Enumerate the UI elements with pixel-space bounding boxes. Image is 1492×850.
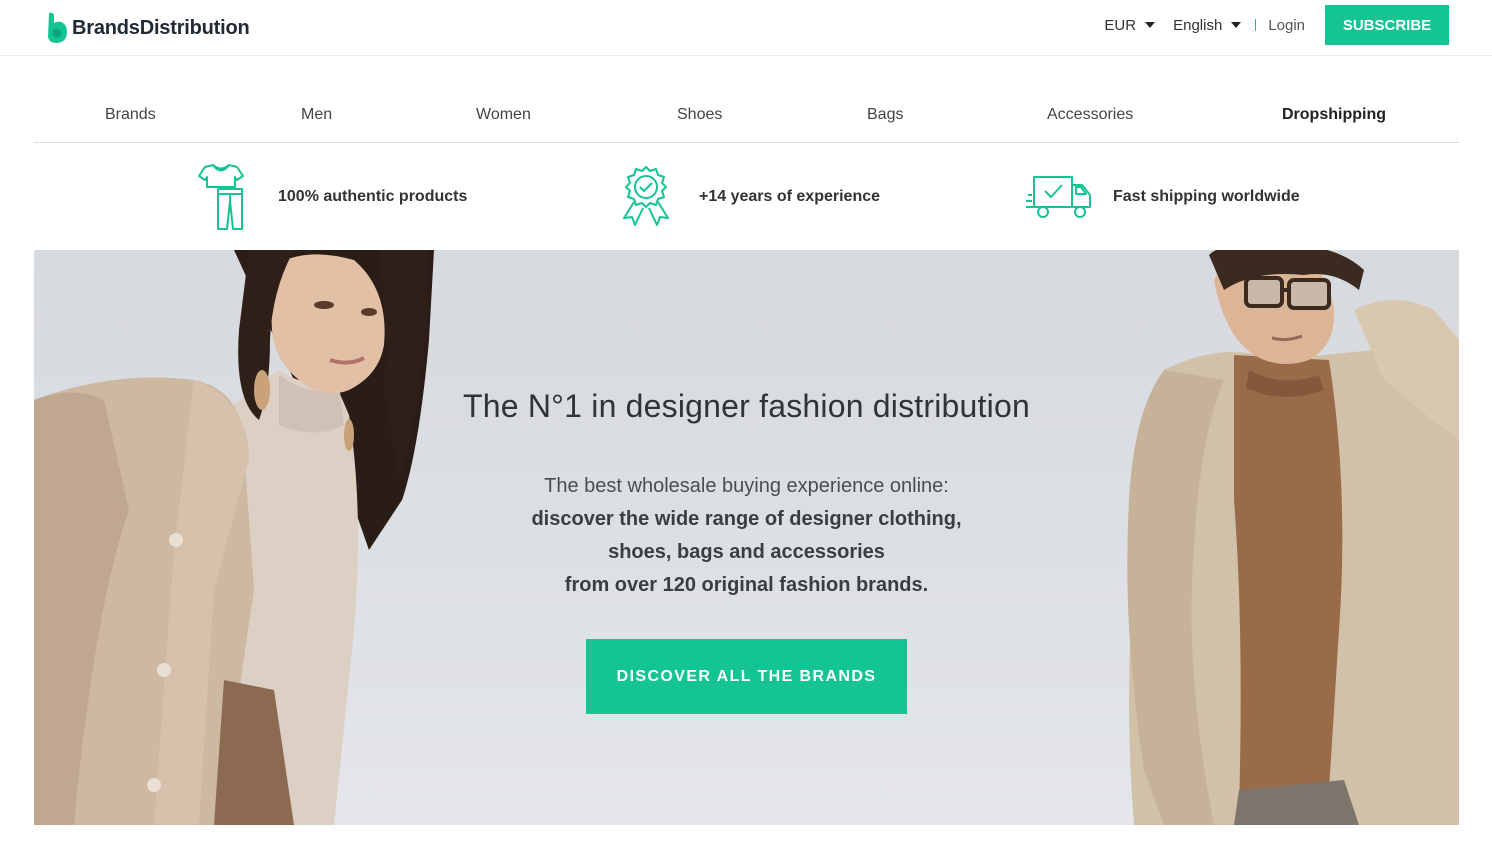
hero-banner: The N°1 in designer fashion distribution… [34, 250, 1459, 825]
hero-subtitle-line: The best wholesale buying experience onl… [544, 475, 949, 497]
header-actions: EUR English Login SUBSCRIBE [1104, 5, 1449, 45]
caret-down-icon [1231, 22, 1242, 28]
feature-text: Fast shipping worldwide [1113, 188, 1300, 205]
currency-dropdown[interactable]: EUR [1104, 16, 1156, 34]
subscribe-button[interactable]: SUBSCRIBE [1325, 5, 1449, 45]
nav-item-dropshipping[interactable]: Dropshipping [1282, 106, 1386, 124]
feature-authentic: 100% authentic products [196, 162, 467, 232]
hero-title: The N°1 in designer fashion distribution [463, 388, 1030, 424]
language-dropdown[interactable]: English [1173, 16, 1242, 34]
nav-item-women[interactable]: Women [476, 106, 531, 124]
brand-name: BrandsDistribution [72, 16, 250, 39]
nav-item-men[interactable]: Men [301, 106, 332, 124]
main-nav: Brands Men Women Shoes Bags Accessories … [34, 92, 1459, 143]
header-separator [1255, 19, 1257, 31]
features-strip: 100% authentic products +14 years of exp… [0, 150, 1492, 245]
feature-text: 100% authentic products [278, 188, 468, 205]
brand-logo-icon [48, 12, 67, 43]
language-value: English [1173, 16, 1223, 34]
award-badge-icon [623, 166, 669, 226]
currency-value: EUR [1104, 16, 1137, 34]
hero-subtitle-line: discover the wide range of designer clot… [531, 508, 962, 530]
nav-item-bags[interactable]: Bags [867, 106, 903, 124]
delivery-truck-icon [1026, 176, 1091, 218]
login-link[interactable]: Login [1268, 17, 1305, 34]
top-header: BrandsDistribution EUR English Login SUB… [0, 0, 1492, 56]
caret-down-icon [1145, 22, 1156, 28]
hero-subtitle-line: from over 120 original fashion brands. [564, 574, 929, 596]
feature-shipping: Fast shipping worldwide [1024, 162, 1300, 232]
discover-brands-button[interactable]: DISCOVER ALL THE BRANDS [586, 639, 907, 714]
feature-experience: +14 years of experience [619, 162, 880, 232]
nav-item-accessories[interactable]: Accessories [1047, 106, 1133, 124]
clothing-icon [198, 164, 244, 230]
hero-subtitle-line: shoes, bags and accessories [608, 541, 885, 563]
brand-logo[interactable]: BrandsDistribution [46, 12, 250, 44]
hero-subtitle: The best wholesale buying experience onl… [34, 470, 1459, 602]
feature-text: +14 years of experience [699, 188, 881, 205]
nav-item-shoes[interactable]: Shoes [677, 106, 722, 124]
nav-item-brands[interactable]: Brands [105, 106, 156, 124]
